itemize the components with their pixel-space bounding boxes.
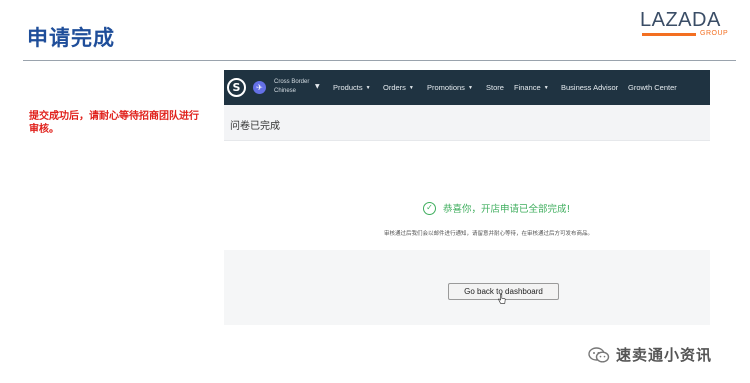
wechat-account-name: 速卖通小资讯 [616, 346, 713, 364]
top-navbar: S ✈ Cross Border Chinese ▼ Products ▼ Ord… [224, 70, 710, 105]
nav-business-advisor[interactable]: Business Advisor [561, 83, 618, 92]
nav-growth-center[interactable]: Growth Center [628, 83, 677, 92]
caret-down-icon[interactable]: ▼ [315, 83, 320, 90]
account-line-2: Chinese [274, 88, 297, 94]
account-switcher[interactable]: Cross Border Chinese [274, 78, 309, 96]
logo-group: GROUP [700, 30, 729, 37]
review-notice: 审核通过后我们会以邮件进行通知，请留意并耐心等待，在审核通过后方可发布商品。 [384, 231, 594, 237]
seller-center-screenshot: S ✈ Cross Border Chinese ▼ Products ▼ Ord… [224, 70, 710, 325]
nav-promotions-label: Promotions [427, 83, 465, 92]
page-title: 问卷已完成 [230, 121, 280, 132]
nav-orders[interactable]: Orders ▼ [383, 83, 414, 92]
airplane-icon[interactable]: ✈ [253, 81, 266, 94]
nav-finance[interactable]: Finance ▼ [514, 83, 549, 92]
page-header: 问卷已完成 [224, 105, 710, 141]
account-line-1: Cross Border [274, 79, 310, 85]
wechat-icon [588, 346, 610, 363]
caret-down-icon: ▼ [408, 85, 414, 91]
check-circle-icon: ✓ [423, 201, 436, 215]
nav-products-label: Products [333, 83, 363, 92]
nav-finance-label: Finance [514, 83, 541, 92]
logo-underline [642, 33, 696, 36]
brand-s-icon[interactable]: S [227, 78, 246, 97]
caret-down-icon: ▼ [543, 85, 549, 91]
success-message: ✓ 恭喜你，开店申请已全部完成! [423, 201, 570, 215]
caret-down-icon: ▼ [467, 85, 473, 91]
caret-down-icon: ▼ [365, 85, 371, 91]
success-text: 恭喜你，开店申请已全部完成! [443, 204, 571, 215]
nav-store[interactable]: Store [486, 83, 504, 92]
nav-orders-label: Orders [383, 83, 406, 92]
header-divider [23, 60, 736, 61]
lazada-logo: LAZADA GROUP [640, 10, 732, 40]
nav-products[interactable]: Products ▼ [333, 83, 371, 92]
instruction-note: 提交成功后，请耐心等待招商团队进行审核。 [29, 111, 199, 135]
logo-word: LAZADA [640, 9, 721, 31]
slide-title: 申请完成 [27, 26, 115, 50]
pointer-cursor-icon [498, 294, 506, 304]
wechat-watermark: 速卖通小资讯 [588, 344, 712, 365]
nav-promotions[interactable]: Promotions ▼ [427, 83, 473, 92]
